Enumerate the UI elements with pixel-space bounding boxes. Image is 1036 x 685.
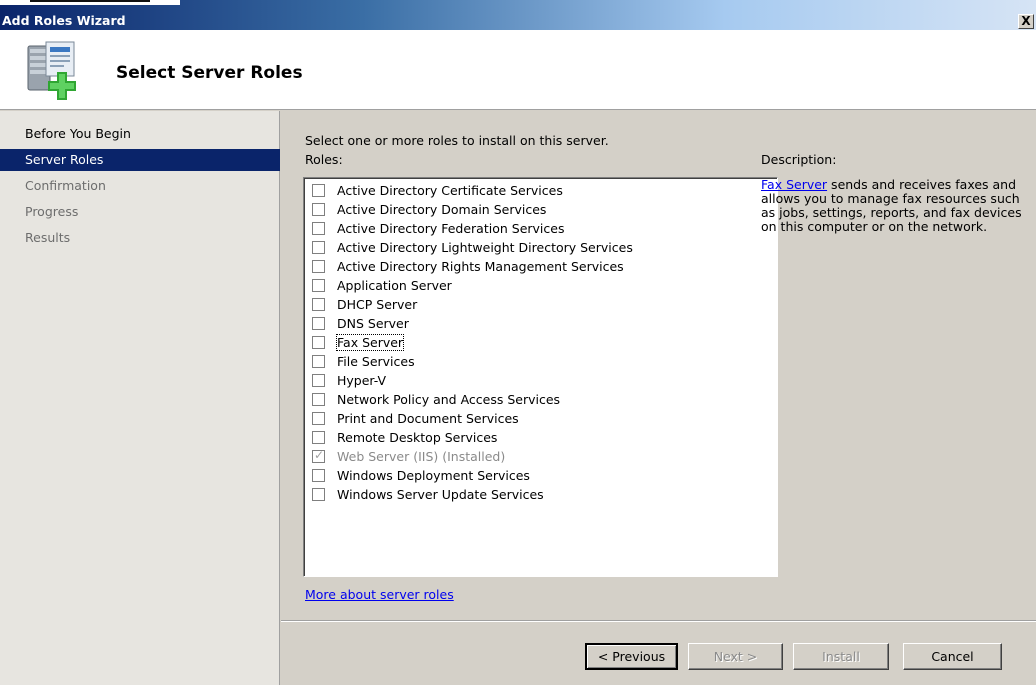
window-title: Add Roles Wizard [2,13,126,28]
role-checkbox[interactable] [312,393,325,406]
roles-label: Roles: [305,152,343,167]
role-label: Active Directory Federation Services [337,221,565,236]
role-item[interactable]: Windows Deployment Services [312,466,530,485]
role-checkbox[interactable] [312,488,325,501]
description-label: Description: [761,152,837,167]
role-label: File Services [337,354,415,369]
close-button[interactable]: X [1018,14,1034,29]
role-item[interactable]: Active Directory Certificate Services [312,181,563,200]
nav-item-results: Results [25,230,71,245]
role-label: Windows Deployment Services [337,468,530,483]
instruction-text: Select one or more roles to install on t… [305,133,609,148]
role-item[interactable]: Network Policy and Access Services [312,390,560,409]
role-checkbox-checked [312,448,325,463]
role-checkbox[interactable] [312,355,325,368]
role-label: Web Server (IIS) (Installed) [337,449,506,464]
role-checkbox[interactable] [312,260,325,273]
role-label: DHCP Server [337,297,418,312]
role-label: Active Directory Domain Services [337,202,547,217]
wizard-steps-nav: Before You Begin Server Roles Confirmati… [0,111,280,685]
role-checkbox[interactable] [312,469,325,482]
role-checkbox[interactable] [312,279,325,292]
role-item[interactable]: DNS Server [312,314,409,333]
role-label: Network Policy and Access Services [337,392,561,407]
role-checkbox[interactable] [312,184,325,197]
wizard-header: Select Server Roles [0,30,1036,110]
title-bar[interactable]: Add Roles Wizard X [0,0,1036,30]
cancel-button[interactable]: Cancel [903,643,1002,670]
title-bar-artifact-line [30,0,150,2]
role-item[interactable]: DHCP Server [312,295,417,314]
role-checkbox[interactable] [312,317,325,330]
previous-button[interactable]: < Previous [585,643,678,670]
install-button[interactable]: Install [793,643,889,670]
role-checkbox[interactable] [312,298,325,311]
roles-list[interactable]: Active Directory Certificate Services Ac… [303,177,778,577]
role-label: Application Server [337,278,452,293]
role-item[interactable]: Active Directory Rights Management Servi… [312,257,624,276]
role-checkbox[interactable] [312,203,325,216]
role-item[interactable]: Application Server [312,276,452,295]
role-item[interactable]: Hyper-V [312,371,386,390]
role-checkbox[interactable] [312,336,325,349]
role-label: Active Directory Rights Management Servi… [337,259,624,274]
page-title: Select Server Roles [116,63,303,83]
role-label: Remote Desktop Services [337,430,498,445]
role-item[interactable]: Windows Server Update Services [312,485,544,504]
nav-item-before-you-begin[interactable]: Before You Begin [0,123,280,145]
role-label: Active Directory Certificate Services [337,183,563,198]
nav-item-server-roles[interactable]: Server Roles [0,149,280,171]
role-label: Print and Document Services [337,411,519,426]
role-item-installed: Web Server (IIS) (Installed) [312,447,505,466]
role-label: Windows Server Update Services [337,487,544,502]
role-checkbox[interactable] [312,412,325,425]
description-role-link[interactable]: Fax Server [761,177,827,192]
role-item-selected[interactable]: Fax Server [312,333,405,352]
role-label: Hyper-V [337,373,387,388]
role-label: Active Directory Lightweight Directory S… [337,240,633,255]
role-item[interactable]: Active Directory Domain Services [312,200,546,219]
role-checkbox[interactable] [312,222,325,235]
role-item[interactable]: File Services [312,352,415,371]
role-item[interactable]: Active Directory Federation Services [312,219,564,238]
role-label: Fax Server [335,334,405,351]
role-label: DNS Server [337,316,409,331]
nav-item-confirmation: Confirmation [25,178,106,193]
role-item[interactable]: Remote Desktop Services [312,428,497,447]
add-roles-wizard-window: Add Roles Wizard X Select Server Roles B… [0,0,1036,685]
role-checkbox[interactable] [312,374,325,387]
nav-item-progress: Progress [25,204,79,219]
role-checkbox[interactable] [312,431,325,444]
more-about-server-roles-link[interactable]: More about server roles [305,587,454,602]
role-item[interactable]: Print and Document Services [312,409,519,428]
description-text: Fax Server sends and receives faxes and … [761,178,1029,234]
next-button[interactable]: Next > [688,643,783,670]
role-checkbox[interactable] [312,241,325,254]
role-item[interactable]: Active Directory Lightweight Directory S… [312,238,633,257]
server-add-icon [27,41,76,100]
